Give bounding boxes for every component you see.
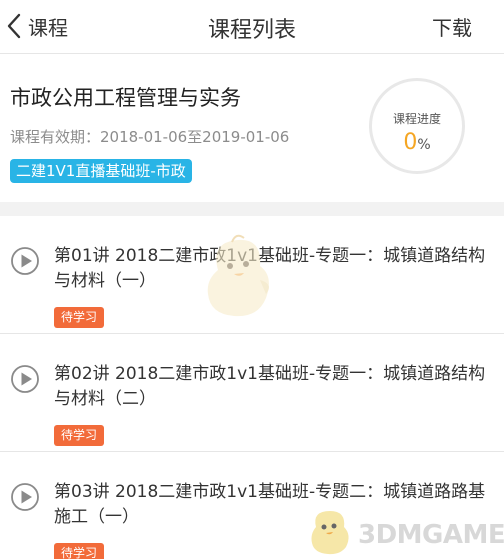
course-header: 市政公用工程管理与实务 课程有效期：2018-01-06至2019-01-06 …: [0, 54, 504, 202]
top-nav-bar: 课程 课程列表 下载: [0, 0, 504, 54]
play-circle-icon[interactable]: [10, 364, 40, 394]
course-validity: 课程有效期：2018-01-06至2019-01-06: [10, 128, 290, 146]
chevron-left-icon: [7, 13, 21, 39]
download-button[interactable]: 下载: [432, 12, 472, 41]
status-badge: 待学习: [54, 543, 105, 559]
lesson-item[interactable]: 第02讲 2018二建市政1v1基础班-专题一：城镇道路结构与材料（二） 待学习: [0, 334, 504, 452]
progress-unit: %: [417, 137, 431, 153]
status-badge: 待学习: [54, 307, 105, 328]
lesson-title: 第02讲 2018二建市政1v1基础班-专题一：城镇道路结构与材料（二）: [54, 364, 486, 409]
play-circle-icon[interactable]: [10, 246, 40, 276]
section-divider: [0, 202, 504, 216]
course-title: 市政公用工程管理与实务: [10, 86, 241, 110]
lesson-title: 第01讲 2018二建市政1v1基础班-专题一：城镇道路结构与材料（一）: [54, 246, 486, 291]
lesson-item[interactable]: 第01讲 2018二建市政1v1基础班-专题一：城镇道路结构与材料（一） 待学习: [0, 216, 504, 334]
progress-number: 0: [403, 130, 418, 155]
progress-value: 0%: [372, 130, 462, 155]
course-progress: 课程进度 0%: [369, 78, 465, 174]
progress-label: 课程进度: [392, 112, 441, 126]
watermark-mascot-icon: [311, 511, 349, 555]
back-button[interactable]: 课程: [6, 8, 68, 44]
back-label: 课程: [28, 15, 68, 40]
course-tag: 二建1V1直播基础班-市政: [10, 159, 192, 183]
status-badge: 待学习: [54, 425, 105, 446]
watermark-text: 3DMGAME: [358, 520, 504, 550]
play-circle-icon[interactable]: [10, 482, 40, 512]
page-title: 课程列表: [207, 18, 296, 43]
